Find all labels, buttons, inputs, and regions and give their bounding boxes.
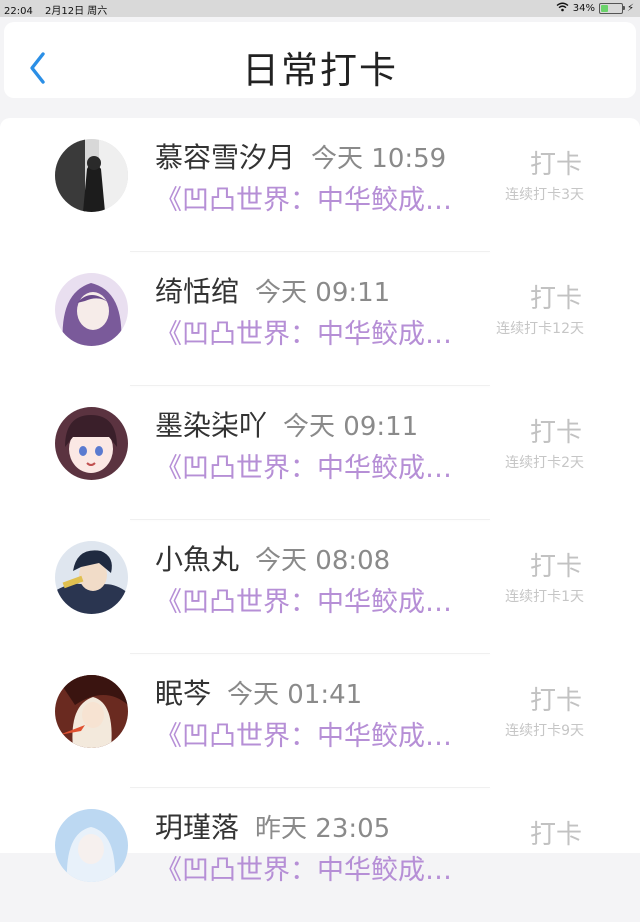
post-content[interactable]: 《凹凸世界：中华鲛成…	[155, 848, 487, 887]
streak-text: 连续打卡12天	[496, 321, 584, 337]
user-name: 绮恬绾	[155, 275, 240, 308]
page-title: 日常打卡	[242, 49, 398, 92]
post-content[interactable]: 《凹凸世界：中华鲛成…	[155, 178, 487, 217]
streak-text: 连续打卡9天	[505, 723, 584, 739]
streak-text: 连续打卡1天	[505, 589, 584, 605]
avatar[interactable]	[55, 541, 128, 614]
charging-icon: ⚡	[626, 3, 634, 14]
user-name: 小魚丸	[155, 543, 240, 576]
streak-text: 连续打卡2天	[505, 455, 584, 471]
checkin-button[interactable]: 打卡	[530, 144, 582, 181]
post-content[interactable]: 《凹凸世界：中华鲛成…	[155, 580, 487, 619]
list-item[interactable]: 慕容雪汐月 今天 10:59 《凹凸世界：中华鲛成… 打卡 连续打卡3天	[0, 118, 640, 252]
checkin-list: 慕容雪汐月 今天 10:59 《凹凸世界：中华鲛成… 打卡 连续打卡3天 绮恬绾今…	[0, 118, 640, 886]
user-name: 玥瑾落	[155, 811, 240, 844]
post-content[interactable]: 《凹凸世界：中华鲛成…	[155, 714, 487, 753]
battery-percent: 34%	[572, 3, 595, 14]
post-time: 今天 09:11	[283, 412, 419, 442]
checkin-button[interactable]: 打卡	[530, 278, 582, 315]
post-time: 今天 01:41	[227, 680, 363, 710]
list-item[interactable]: 小魚丸 今天 08:08 《凹凸世界：中华鲛成… 打卡 连续打卡1天	[0, 520, 640, 654]
avatar[interactable]	[55, 139, 128, 212]
checkin-button[interactable]: 打卡	[530, 546, 582, 583]
battery-icon	[598, 3, 625, 14]
avatar[interactable]	[55, 809, 128, 882]
user-name: 眠芩	[155, 677, 212, 710]
post-time: 今天 09:11	[255, 278, 391, 308]
streak-text: 连续打卡3天	[505, 187, 584, 203]
nav-header: 日常打卡	[4, 22, 636, 98]
post-time: 今天 08:08	[255, 546, 391, 576]
list-item[interactable]: 眠芩 今天 01:41 《凹凸世界：中华鲛成… 打卡 连续打卡9天	[0, 654, 640, 788]
list-item[interactable]: 玥瑾落 昨天 23:05 《凹凸世界：中华鲛成… 打卡	[0, 788, 640, 922]
checkin-button[interactable]: 打卡	[530, 680, 582, 717]
status-date: 2月12日 周六	[45, 6, 108, 17]
status-time: 22:04	[4, 6, 33, 17]
list-item[interactable]: 绮恬绾 今天 09:11 《凹凸世界：中华鲛成… 打卡 连续打卡12天	[0, 252, 640, 386]
post-time: 昨天 23:05	[255, 814, 391, 844]
user-name: 墨染柒吖	[155, 409, 268, 442]
post-content[interactable]: 《凹凸世界：中华鲛成…	[155, 312, 487, 351]
user-name: 慕容雪汐月	[155, 141, 296, 174]
avatar[interactable]	[55, 407, 128, 480]
post-content[interactable]: 《凹凸世界：中华鲛成…	[155, 446, 487, 485]
list-item[interactable]: 墨染柒吖 今天 09:11 《凹凸世界：中华鲛成… 打卡 连续打卡2天	[0, 386, 640, 520]
post-time: 今天 10:59	[311, 144, 447, 174]
avatar[interactable]	[55, 273, 128, 346]
status-bar: 22:04 2月12日 周六 34% ⚡	[0, 0, 640, 17]
checkin-button[interactable]: 打卡	[530, 412, 582, 449]
checkin-button[interactable]: 打卡	[530, 814, 582, 851]
wifi-icon	[556, 2, 569, 15]
avatar[interactable]	[55, 675, 128, 748]
